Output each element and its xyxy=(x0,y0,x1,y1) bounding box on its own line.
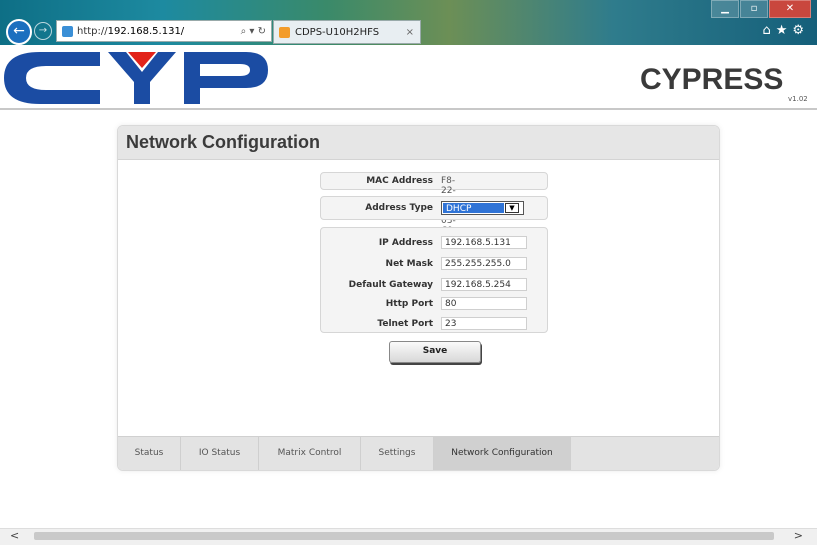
gateway-label: Default Gateway xyxy=(348,280,433,290)
scroll-thumb[interactable] xyxy=(34,532,774,540)
address-bar[interactable]: http://192.168.5.131/ ⌕ ▾ ↻ xyxy=(56,20,272,42)
back-arrow-icon[interactable]: ← xyxy=(6,19,32,45)
tab-close-icon[interactable]: × xyxy=(406,27,414,38)
site-header: CYPRESS v1.02 xyxy=(0,45,817,105)
url-prefix: http:// xyxy=(77,25,108,37)
url-host: 192.168.5.131/ xyxy=(107,25,185,37)
brand-name: CYPRESS xyxy=(640,63,784,96)
forward-arrow-icon[interactable]: → xyxy=(34,22,52,40)
net-mask-label: Net Mask xyxy=(385,259,433,269)
horizontal-scrollbar[interactable]: < > xyxy=(0,528,817,545)
cyp-logo xyxy=(4,52,268,104)
gateway-input[interactable]: 192.168.5.254 xyxy=(441,278,527,291)
minimize-button[interactable]: ▁ xyxy=(711,0,739,18)
ip-settings-box: IP Address 192.168.5.131 Net Mask 255.25… xyxy=(320,227,548,333)
ip-label: IP Address xyxy=(378,238,433,248)
ie-favicon-icon xyxy=(62,25,73,37)
address-tools[interactable]: ⌕ ▾ ↻ xyxy=(241,26,266,37)
net-mask-input[interactable]: 255.255.255.0 xyxy=(441,257,527,270)
telnet-port-input[interactable]: 23 xyxy=(441,317,527,330)
maximize-button[interactable]: ▫ xyxy=(740,0,768,18)
browser-chrome: ▁ ▫ ✕ ← → http://192.168.5.131/ ⌕ ▾ ↻ CD… xyxy=(0,0,817,45)
http-port-input[interactable]: 80 xyxy=(441,297,527,310)
address-type-value: DHCP xyxy=(443,203,504,214)
http-port-label: Http Port xyxy=(385,299,433,309)
tab-io-status[interactable]: IO Status xyxy=(181,437,259,470)
scroll-right-icon[interactable]: > xyxy=(794,529,803,542)
close-window-button[interactable]: ✕ xyxy=(769,0,811,18)
nav-tabbar: Status IO Status Matrix Control Settings… xyxy=(118,436,719,470)
chevron-down-icon[interactable]: ▼ xyxy=(505,203,519,213)
network-config-panel: Network Configuration MAC Address F8-22-… xyxy=(117,125,720,471)
save-button[interactable]: Save xyxy=(389,341,481,363)
tab-favicon-icon xyxy=(279,26,290,38)
tab-matrix-control[interactable]: Matrix Control xyxy=(259,437,361,470)
tab-title: CDPS-U10H2HFS xyxy=(295,26,380,38)
address-type-box: Address Type DHCP ▼ xyxy=(320,196,548,220)
page-title: Network Configuration xyxy=(126,132,320,152)
browser-tab[interactable]: CDPS-U10H2HFS × xyxy=(273,20,421,44)
tab-network-configuration[interactable]: Network Configuration xyxy=(434,437,571,470)
address-type-select[interactable]: DHCP ▼ xyxy=(441,201,524,215)
home-star-gear-icons[interactable]: ⌂★⚙ xyxy=(762,23,809,38)
window-controls: ▁ ▫ ✕ xyxy=(710,0,811,18)
panel-header: Network Configuration xyxy=(118,126,719,160)
address-type-label: Address Type xyxy=(365,203,433,213)
version-label: v1.02 xyxy=(788,95,808,103)
mac-label: MAC Address xyxy=(366,176,433,186)
ip-address-input[interactable]: 192.168.5.131 xyxy=(441,236,527,249)
scroll-left-icon[interactable]: < xyxy=(10,529,19,542)
header-divider xyxy=(0,108,817,110)
tab-status[interactable]: Status xyxy=(118,437,181,470)
mac-box: MAC Address F8-22-85-00-03-C9 xyxy=(320,172,548,236)
telnet-port-label: Telnet Port xyxy=(377,319,433,329)
tab-settings[interactable]: Settings xyxy=(361,437,434,470)
